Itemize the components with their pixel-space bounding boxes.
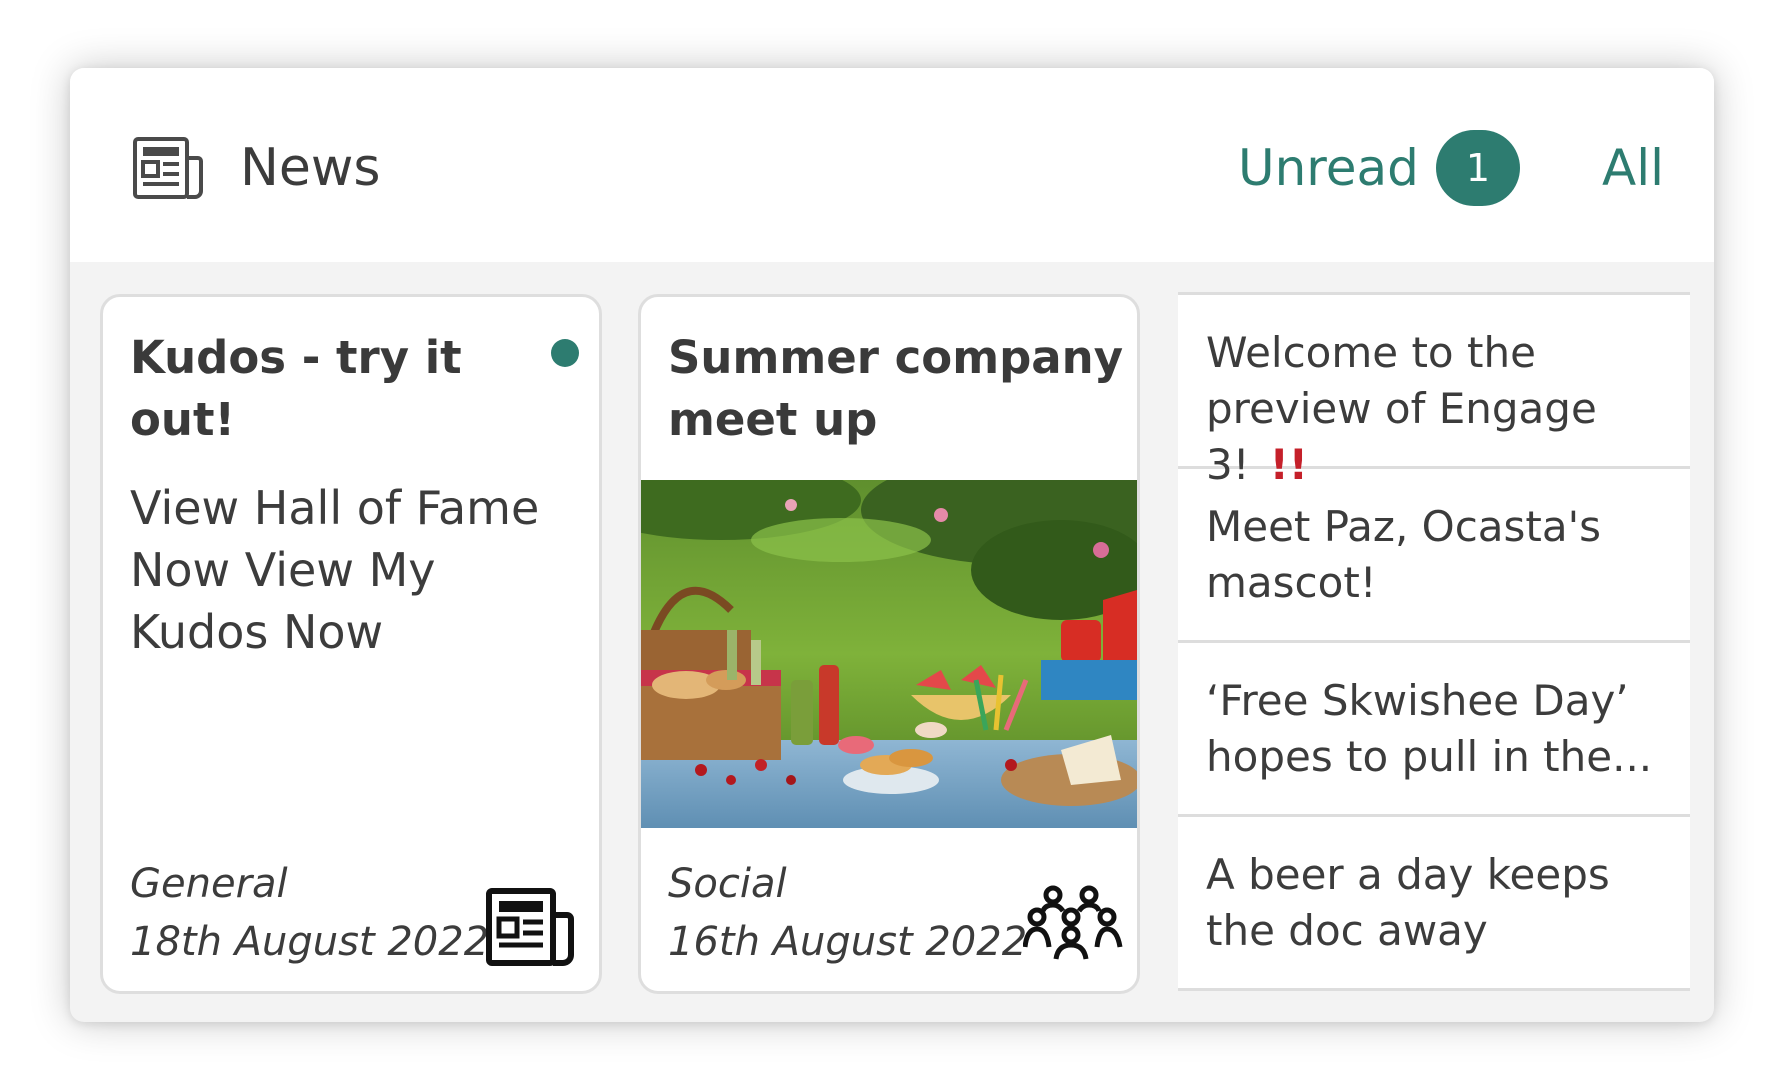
card-title: Kudos - try it out!	[130, 331, 462, 446]
card-category: Social	[668, 861, 787, 907]
list-item-title: Meet Paz, Ocasta's mascot!	[1206, 502, 1602, 607]
news-widget: News Unread 1 All Kudos - try it out! Vi…	[70, 68, 1714, 1022]
widget-title: News	[240, 138, 381, 198]
list-item-title: ‘Free Skwishee Day’ hopes to pull in the…	[1206, 676, 1653, 781]
card-date: 16th August 2022	[668, 919, 1028, 965]
news-list: Welcome to the preview of Engage 3!!! Me…	[1178, 292, 1690, 991]
news-card-summer-meetup[interactable]: Summer company meet up Social 16th Augus…	[638, 294, 1140, 994]
card-meta: Social 16th August 2022	[668, 855, 1027, 971]
list-item[interactable]: A beer a day keeps the doc away	[1178, 817, 1690, 991]
list-item-title: A beer a day keeps the doc away	[1206, 850, 1610, 955]
unread-count-badge: 1	[1436, 130, 1520, 206]
people-group-icon	[1023, 885, 1123, 960]
tab-unread[interactable]: Unread	[1238, 132, 1419, 204]
newspaper-icon	[486, 888, 574, 966]
tab-all[interactable]: All	[1602, 132, 1664, 204]
unread-indicator	[551, 339, 579, 367]
news-card-kudos[interactable]: Kudos - try it out! View Hall of Fame No…	[100, 294, 602, 994]
picnic-image	[641, 480, 1137, 828]
widget-header: News Unread 1 All	[70, 68, 1714, 262]
list-item[interactable]: ‘Free Skwishee Day’ hopes to pull in the…	[1178, 643, 1690, 817]
card-body: View Hall of Fame Now View My Kudos Now	[130, 481, 540, 659]
card-category: General	[130, 861, 288, 907]
card-title: Summer company meet up	[668, 331, 1124, 446]
list-item[interactable]: Meet Paz, Ocasta's mascot!	[1178, 469, 1690, 643]
list-item[interactable]: Welcome to the preview of Engage 3!!!	[1178, 295, 1690, 489]
list-item-title: Welcome to the preview of Engage 3!!!	[1206, 328, 1597, 489]
newspaper-icon	[133, 137, 203, 199]
card-date: 18th August 2022	[130, 919, 490, 965]
card-meta: General 18th August 2022	[130, 855, 489, 971]
